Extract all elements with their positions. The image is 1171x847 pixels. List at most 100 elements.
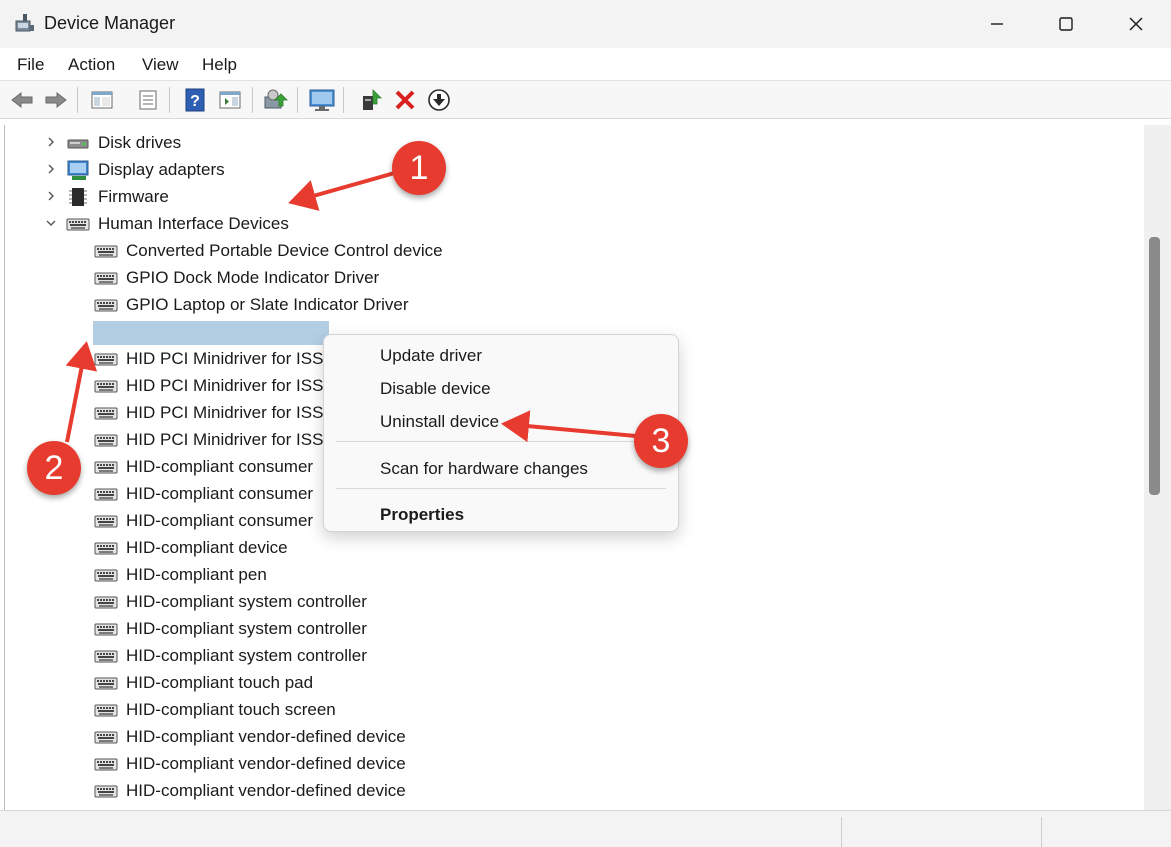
hid-device-icon	[94, 645, 118, 667]
tree-device-row[interactable]: HID-compliant touch pad	[5, 669, 605, 696]
tree-device-label: HID-compliant system controller	[126, 592, 367, 611]
hid-icon	[66, 213, 90, 235]
device-manager-icon	[15, 14, 34, 32]
tree-device-row[interactable]: GPIO Dock Mode Indicator Driver	[5, 264, 605, 291]
hid-device-icon	[94, 753, 118, 775]
ctx-uninstall-device[interactable]: Uninstall device	[380, 412, 499, 432]
uninstall-icon	[395, 90, 415, 110]
hid-device-icon	[94, 375, 118, 397]
action-pane-icon	[219, 91, 241, 109]
tree-device-label: HID-compliant vendor-defined device	[126, 727, 406, 746]
tree-device-label: HID-compliant system controller	[126, 619, 367, 638]
hid-device-icon	[94, 591, 118, 613]
tree-device-label: HID-compliant consumer	[126, 511, 314, 530]
tree-category-label: Display adapters	[98, 160, 225, 179]
chevron-down-icon[interactable]	[44, 216, 58, 230]
annotation-badge-1: 1	[392, 141, 446, 195]
title-bar: Device Manager	[0, 0, 1171, 48]
tree-device-row[interactable]: HID-compliant system controller	[5, 642, 605, 669]
toolbar-separator	[77, 87, 78, 113]
menu-help[interactable]: Help	[202, 55, 237, 75]
forward-button[interactable]	[42, 86, 70, 114]
disable-download-button[interactable]	[425, 86, 453, 114]
tree-device-row[interactable]: GPIO Laptop or Slate Indicator Driver	[5, 291, 605, 318]
update-driver-button[interactable]	[357, 86, 385, 114]
ctx-update-driver[interactable]: Update driver	[380, 346, 482, 366]
uninstall-button[interactable]	[391, 86, 419, 114]
ctx-scan-hardware[interactable]: Scan for hardware changes	[380, 459, 588, 479]
back-arrow-icon	[11, 91, 33, 109]
toolbar-separator	[297, 87, 298, 113]
close-button[interactable]	[1101, 0, 1171, 48]
scan-hardware-button[interactable]	[262, 86, 290, 114]
hid-device-icon	[94, 240, 118, 262]
tree-device-row[interactable]: HID-compliant system controller	[5, 615, 605, 642]
tree-device-row[interactable]: HID-compliant device	[5, 534, 605, 561]
monitor-button[interactable]	[308, 86, 336, 114]
tree-device-row[interactable]: HID-compliant system controller	[5, 588, 605, 615]
properties-icon	[139, 90, 157, 110]
show-hide-console-tree-button[interactable]	[88, 86, 116, 114]
toolbar-separator	[343, 87, 344, 113]
hid-device-icon	[94, 294, 118, 316]
back-button[interactable]	[8, 86, 36, 114]
tree-device-label: HID PCI Minidriver for ISS	[126, 349, 324, 368]
toolbar-separator	[169, 87, 170, 113]
hid-device-icon	[94, 510, 118, 532]
menu-file[interactable]: File	[17, 55, 44, 75]
toolbar-separator	[252, 87, 253, 113]
tree-category-row[interactable]: Human Interface Devices	[5, 210, 605, 237]
tree-device-label: Converted Portable Device Control device	[126, 241, 443, 260]
tree-device-row[interactable]: Converted Portable Device Control device	[5, 237, 605, 264]
chevron-right-icon[interactable]	[44, 189, 58, 203]
tree-category-label: Firmware	[98, 187, 169, 206]
tree-device-row[interactable]: HID-compliant vendor-defined device	[5, 723, 605, 750]
ctx-disable-device[interactable]: Disable device	[380, 379, 491, 399]
disk-drive-icon	[66, 132, 90, 154]
ctx-properties[interactable]: Properties	[380, 505, 464, 525]
hid-device-icon	[94, 699, 118, 721]
tree-category-row[interactable]: Disk drives	[5, 129, 605, 156]
hid-device-icon	[94, 618, 118, 640]
scrollbar-thumb[interactable]	[1149, 237, 1160, 495]
status-bar	[0, 810, 1171, 847]
tree-device-row[interactable]: HID-compliant touch screen	[5, 696, 605, 723]
help-button[interactable]: ?	[181, 86, 209, 114]
minimize-button[interactable]	[962, 0, 1032, 48]
ctx-separator	[336, 441, 666, 442]
hid-device-icon	[94, 564, 118, 586]
tree-device-label: HID PCI Minidriver for ISS	[126, 430, 324, 449]
maximize-button[interactable]	[1031, 0, 1101, 48]
hid-device-icon	[94, 402, 118, 424]
chevron-right-icon[interactable]	[44, 135, 58, 149]
tree-device-label: HID-compliant vendor-defined device	[126, 781, 406, 800]
menu-action[interactable]: Action	[68, 55, 115, 75]
hid-device-icon	[94, 267, 118, 289]
vertical-scrollbar[interactable]	[1144, 125, 1171, 810]
display-adapter-icon	[66, 159, 90, 181]
tree-device-label: HID-compliant system controller	[126, 646, 367, 665]
action-pane-button[interactable]	[216, 86, 244, 114]
properties-button[interactable]	[134, 86, 162, 114]
scan-hardware-icon	[264, 89, 288, 109]
show-hide-console-tree-icon	[91, 91, 113, 109]
tree-device-label: GPIO Laptop or Slate Indicator Driver	[126, 295, 409, 314]
tree-category-row[interactable]: Firmware	[5, 183, 605, 210]
chevron-right-icon[interactable]	[44, 162, 58, 176]
hid-device-icon	[94, 672, 118, 694]
tree-device-label: GPIO Dock Mode Indicator Driver	[126, 268, 380, 287]
tree-category-row[interactable]: Display adapters	[5, 156, 605, 183]
tree-device-row[interactable]: HID-compliant vendor-defined device	[5, 750, 605, 777]
close-icon	[1129, 17, 1143, 31]
hid-device-icon	[94, 483, 118, 505]
tree-device-row[interactable]: HID-compliant vendor-defined device	[5, 777, 605, 804]
tree-device-row[interactable]: HID-compliant pen	[5, 561, 605, 588]
forward-arrow-icon	[45, 91, 67, 109]
maximize-icon	[1059, 17, 1073, 31]
monitor-icon	[309, 89, 335, 111]
update-driver-icon	[363, 89, 382, 110]
annotation-badge-3: 3	[634, 414, 688, 468]
tree-device-label: HID-compliant pen	[126, 565, 267, 584]
menu-view[interactable]: View	[142, 55, 179, 75]
svg-text:?: ?	[190, 93, 200, 110]
